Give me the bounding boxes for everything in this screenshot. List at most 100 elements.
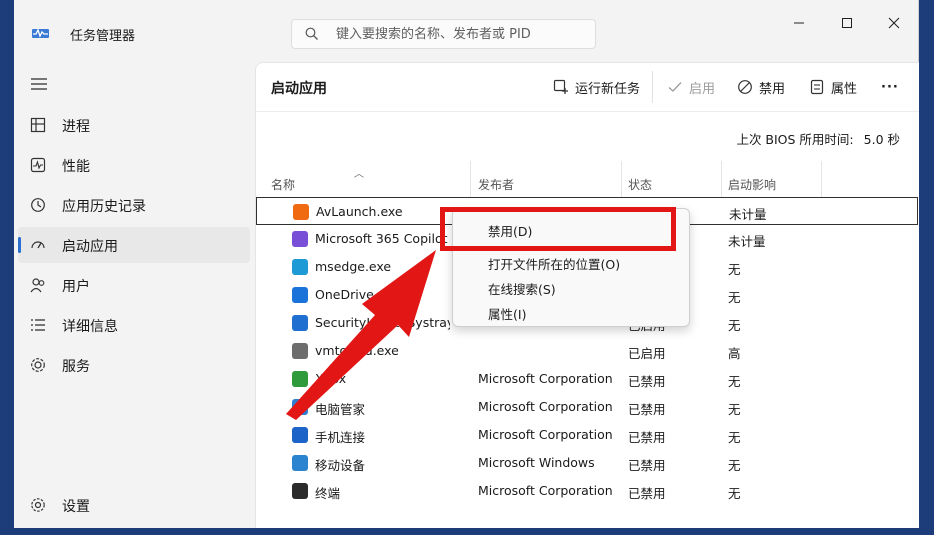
sidebar-item-performance[interactable]: 性能 bbox=[18, 147, 250, 183]
more-options-button[interactable]: ··· bbox=[881, 76, 899, 98]
column-header-name[interactable]: 名称 bbox=[271, 176, 295, 193]
sidebar-item-startup-apps[interactable]: 启动应用 bbox=[18, 227, 250, 263]
cell-status: 已禁用 bbox=[628, 486, 666, 501]
app-icon bbox=[292, 287, 308, 303]
maximize-button[interactable] bbox=[832, 10, 862, 36]
performance-icon bbox=[30, 157, 46, 173]
app-icon bbox=[292, 315, 308, 331]
cell-status: 已禁用 bbox=[628, 430, 666, 445]
cell-impact: 无 bbox=[728, 290, 741, 305]
sidebar-item-app-history[interactable]: 应用历史记录 bbox=[18, 187, 250, 223]
task-manager-app-icon bbox=[32, 28, 49, 38]
sidebar-item-details[interactable]: 详细信息 bbox=[18, 307, 250, 343]
cell-name: 电脑管家 bbox=[315, 402, 366, 417]
search-icon bbox=[305, 27, 318, 40]
context-menu: 禁用(D) 打开文件所在的位置(O) 在线搜索(S) 属性(I) bbox=[452, 208, 690, 327]
disable-button[interactable]: 禁用 bbox=[737, 76, 785, 98]
column-divider[interactable] bbox=[621, 161, 622, 197]
sort-ascending-icon: ︿ bbox=[354, 169, 364, 180]
table-row[interactable]: Xbox Microsoft Corporation 已禁用 无 bbox=[256, 365, 920, 393]
cell-impact: 高 bbox=[728, 346, 741, 361]
startup-apps-icon bbox=[31, 241, 45, 249]
properties-button[interactable]: 属性 bbox=[809, 76, 857, 98]
cell-publisher: Microsoft Windows bbox=[478, 455, 595, 470]
column-header-publisher[interactable]: 发布者 bbox=[478, 176, 514, 193]
close-button[interactable] bbox=[879, 10, 909, 36]
cell-publisher: Microsoft Corporation bbox=[478, 399, 613, 414]
app-icon bbox=[293, 204, 309, 220]
header-divider bbox=[256, 111, 919, 112]
sidebar-item-processes[interactable]: 进程 bbox=[18, 107, 250, 143]
search-input[interactable] bbox=[336, 25, 586, 43]
title-bar: 任务管理器 bbox=[14, 0, 918, 62]
cell-name: AvLaunch.exe bbox=[316, 204, 403, 219]
column-header-status[interactable]: 状态 bbox=[628, 176, 652, 193]
task-manager-window: 任务管理器 进程 性能 应用历史记录 bbox=[14, 0, 919, 528]
close-icon bbox=[888, 17, 900, 29]
search-box[interactable] bbox=[291, 19, 596, 49]
bios-time: 上次 BIOS 所用时间: 5.0 秒 bbox=[736, 132, 900, 147]
sidebar-item-services[interactable]: 服务 bbox=[18, 347, 250, 383]
app-icon bbox=[292, 231, 308, 247]
run-new-task-button[interactable]: 运行新任务 bbox=[553, 76, 640, 98]
properties-icon bbox=[810, 79, 824, 95]
table-row[interactable]: 终端 Microsoft Corporation 已禁用 无 bbox=[256, 477, 920, 505]
cell-publisher: Microsoft Corporation bbox=[478, 483, 613, 498]
hamburger-menu-icon[interactable] bbox=[28, 74, 50, 94]
processes-icon bbox=[30, 117, 46, 133]
context-menu-search-online[interactable]: 在线搜索(S) bbox=[488, 279, 556, 298]
context-menu-open-file-location[interactable]: 打开文件所在的位置(O) bbox=[488, 254, 620, 273]
cell-status: 已禁用 bbox=[628, 374, 666, 389]
column-divider[interactable] bbox=[470, 161, 471, 197]
app-icon bbox=[292, 371, 308, 387]
cell-name: msedge.exe bbox=[315, 259, 392, 274]
page-title: 启动应用 bbox=[271, 81, 327, 97]
app-history-icon bbox=[31, 198, 45, 212]
context-menu-properties[interactable]: 属性(I) bbox=[488, 304, 526, 323]
cell-impact: 无 bbox=[728, 318, 741, 333]
app-icon bbox=[292, 259, 308, 275]
app-icon bbox=[292, 343, 308, 359]
details-icon bbox=[31, 319, 45, 331]
sidebar-item-label: 详细信息 bbox=[62, 319, 118, 335]
cell-name: Xbox bbox=[315, 371, 347, 386]
table-row[interactable]: vmtoolsd.exe 已启用 高 bbox=[256, 337, 920, 365]
table-row[interactable]: 手机连接 Microsoft Corporation 已禁用 无 bbox=[256, 421, 920, 449]
cell-name: OneDrive.exe bbox=[315, 287, 400, 302]
minimize-icon bbox=[794, 22, 804, 24]
minimize-button[interactable] bbox=[784, 10, 814, 36]
sidebar-item-label: 设置 bbox=[62, 499, 90, 515]
column-divider[interactable] bbox=[821, 161, 822, 197]
disable-icon bbox=[738, 80, 752, 94]
cell-publisher: Microsoft Corporation bbox=[478, 371, 613, 386]
cell-status: 已禁用 bbox=[628, 402, 666, 417]
sidebar-item-label: 启动应用 bbox=[62, 239, 118, 255]
cell-name: vmtoolsd.exe bbox=[315, 343, 399, 358]
app-icon bbox=[292, 455, 308, 471]
cell-impact: 未计量 bbox=[729, 207, 767, 222]
run-new-task-icon bbox=[553, 79, 568, 94]
enable-button[interactable]: 启用 bbox=[667, 76, 715, 98]
sidebar-item-users[interactable]: 用户 bbox=[18, 267, 250, 303]
cell-impact: 无 bbox=[728, 262, 741, 277]
sidebar-item-label: 应用历史记录 bbox=[62, 199, 146, 215]
cell-impact: 无 bbox=[728, 402, 741, 417]
cell-name: SecurityHealthSystray bbox=[315, 315, 450, 330]
table-row[interactable]: 移动设备 Microsoft Windows 已禁用 无 bbox=[256, 449, 920, 477]
context-menu-disable[interactable]: 禁用(D) bbox=[488, 221, 532, 240]
toolbar-separator bbox=[652, 71, 653, 103]
cell-impact: 无 bbox=[728, 430, 741, 445]
cell-impact: 无 bbox=[728, 486, 741, 501]
cell-name: 手机连接 bbox=[315, 430, 366, 445]
users-icon bbox=[30, 278, 45, 293]
column-divider[interactable] bbox=[721, 161, 722, 197]
more-icon: ··· bbox=[881, 79, 899, 95]
cell-name: 终端 bbox=[315, 486, 341, 501]
column-header-impact[interactable]: 启动影响 bbox=[728, 176, 776, 193]
table-row[interactable]: 电脑管家 Microsoft Corporation 已禁用 无 bbox=[256, 393, 920, 421]
app-icon bbox=[292, 427, 308, 443]
sidebar-item-settings[interactable]: 设置 bbox=[18, 487, 250, 523]
sidebar-item-label: 用户 bbox=[62, 279, 90, 295]
cell-impact: 无 bbox=[728, 458, 741, 473]
app-icon bbox=[292, 483, 308, 499]
